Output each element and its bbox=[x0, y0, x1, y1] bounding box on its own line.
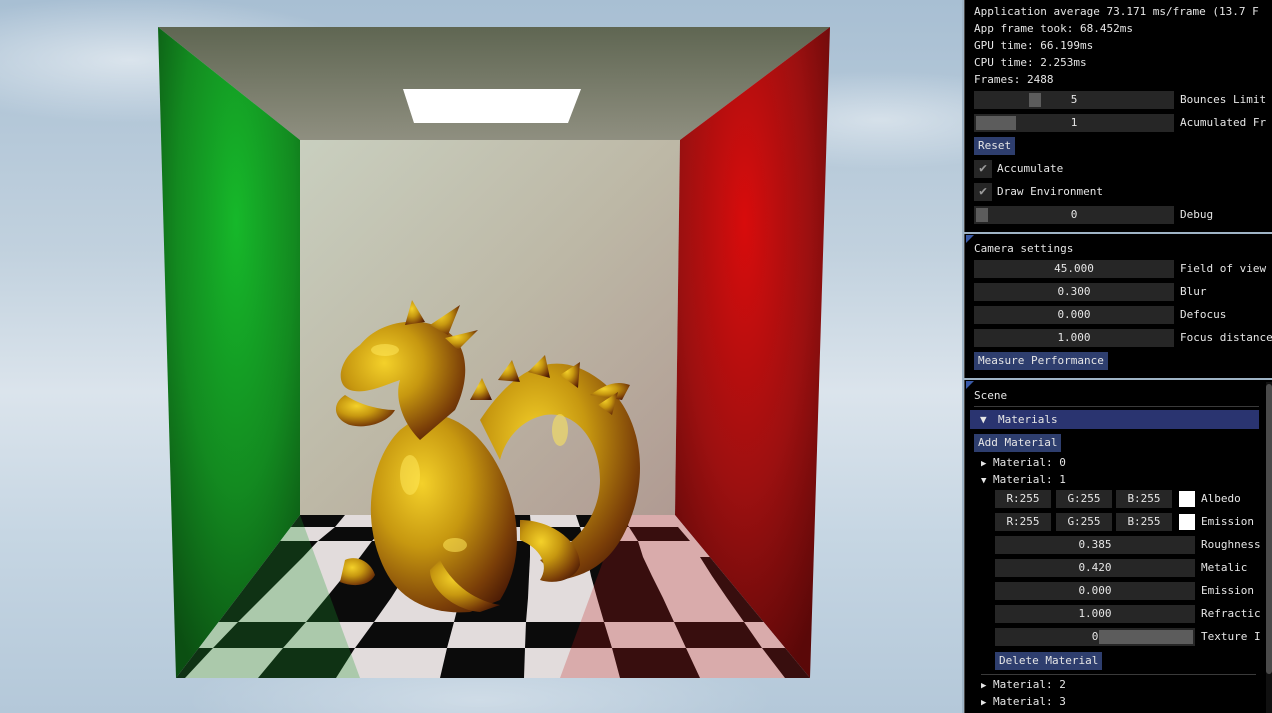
accumulate-checkbox[interactable]: ✔ bbox=[974, 160, 992, 178]
render-viewport[interactable] bbox=[0, 0, 962, 713]
albedo-g-field[interactable]: G:255 bbox=[1056, 490, 1112, 508]
separator bbox=[981, 674, 1256, 675]
accumulated-frames-label: Acumulated Fr bbox=[1180, 116, 1267, 129]
cornell-box-render bbox=[158, 27, 830, 678]
chevron-down-icon: ▼ bbox=[980, 413, 987, 426]
material-3-node[interactable]: ▶ Material: 3 bbox=[981, 695, 1066, 710]
camera-panel: Camera settings 45.000 Field of view 0.3… bbox=[964, 234, 1272, 378]
material-2-node[interactable]: ▶ Material: 2 bbox=[981, 678, 1066, 693]
chevron-right-icon: ▶ bbox=[981, 681, 987, 691]
add-material-button[interactable]: Add Material bbox=[974, 434, 1062, 452]
texture-index-slider[interactable]: 0 bbox=[995, 628, 1195, 646]
fov-slider[interactable]: 45.000 bbox=[974, 260, 1174, 278]
scene-scrollbar[interactable] bbox=[1266, 382, 1272, 713]
roughness-value: 0.385 bbox=[1078, 538, 1112, 551]
emission-b-field[interactable]: B:255 bbox=[1116, 513, 1172, 531]
measure-performance-button[interactable]: Measure Performance bbox=[974, 352, 1108, 370]
fov-label: Field of view bbox=[1180, 262, 1267, 275]
albedo-color-swatch[interactable] bbox=[1179, 491, 1195, 507]
accumulated-frames-value: 1 bbox=[1070, 116, 1078, 129]
window-corner-icon[interactable] bbox=[966, 381, 974, 389]
material-1-label: Material: 1 bbox=[993, 473, 1066, 486]
accumulated-frames-slider[interactable]: 1 bbox=[974, 114, 1174, 132]
scene-panel: Scene ▼ Materials Add Material ▶ Materia… bbox=[964, 380, 1272, 713]
albedo-label: Albedo bbox=[1201, 492, 1241, 505]
albedo-b-value: B:255 bbox=[1127, 492, 1161, 505]
emission-strength-slider[interactable]: 0.000 bbox=[995, 582, 1195, 600]
material-0-label: Material: 0 bbox=[993, 456, 1066, 469]
blur-label: Blur bbox=[1180, 285, 1207, 298]
material-2-label: Material: 2 bbox=[993, 678, 1066, 691]
roughness-slider[interactable]: 0.385 bbox=[995, 536, 1195, 554]
emission-color-label: Emission bbox=[1201, 515, 1254, 528]
chevron-right-icon: ▶ bbox=[981, 698, 987, 708]
ceiling-light bbox=[403, 89, 581, 123]
focus-distance-slider[interactable]: 1.000 bbox=[974, 329, 1174, 347]
blur-value: 0.300 bbox=[1057, 285, 1091, 298]
chevron-down-icon: ▼ bbox=[981, 476, 987, 486]
blur-slider[interactable]: 0.300 bbox=[974, 283, 1174, 301]
window-corner-icon[interactable] bbox=[966, 235, 974, 243]
scrollbar-thumb[interactable] bbox=[1266, 384, 1272, 674]
metalic-slider[interactable]: 0.420 bbox=[995, 559, 1195, 577]
texture-index-label: Texture I bbox=[1201, 630, 1261, 643]
chevron-right-icon: ▶ bbox=[981, 459, 987, 469]
focus-distance-label: Focus distance bbox=[1180, 331, 1272, 344]
slider-grab[interactable] bbox=[1029, 93, 1041, 107]
slider-grab[interactable] bbox=[976, 208, 988, 222]
defocus-label: Defocus bbox=[1180, 308, 1227, 321]
defocus-slider[interactable]: 0.000 bbox=[974, 306, 1174, 324]
bounces-label: Bounces Limit bbox=[1180, 93, 1267, 106]
refraction-slider[interactable]: 1.000 bbox=[995, 605, 1195, 623]
emission-color-swatch[interactable] bbox=[1179, 514, 1195, 530]
roughness-label: Roughness bbox=[1201, 538, 1261, 551]
materials-header[interactable]: ▼ Materials bbox=[970, 410, 1259, 429]
bounces-slider[interactable]: 5 bbox=[974, 91, 1174, 109]
refraction-label: Refractic bbox=[1201, 607, 1261, 620]
app-frame-text: App frame took: 68.452ms bbox=[974, 22, 1133, 35]
renderer-panel: Application average 73.171 ms/frame (13.… bbox=[964, 0, 1272, 232]
accumulate-label: Accumulate bbox=[997, 162, 1064, 175]
defocus-value: 0.000 bbox=[1057, 308, 1091, 321]
metalic-label: Metalic bbox=[1201, 561, 1248, 574]
metalic-value: 0.420 bbox=[1078, 561, 1112, 574]
gpu-time-text: GPU time: 66.199ms bbox=[974, 39, 1094, 52]
albedo-r-value: R:255 bbox=[1006, 492, 1040, 505]
texture-index-value: 0 bbox=[1091, 630, 1099, 643]
materials-header-label: Materials bbox=[998, 413, 1058, 426]
albedo-g-value: G:255 bbox=[1067, 492, 1101, 505]
separator bbox=[974, 406, 1259, 407]
fov-value: 45.000 bbox=[1054, 262, 1094, 275]
slider-grab[interactable] bbox=[976, 116, 1016, 130]
emission-strength-value: 0.000 bbox=[1078, 584, 1112, 597]
emission-r-value: R:255 bbox=[1006, 515, 1040, 528]
debug-value: 0 bbox=[1070, 208, 1078, 221]
slider-grab[interactable] bbox=[1099, 630, 1193, 644]
refraction-value: 1.000 bbox=[1078, 607, 1112, 620]
camera-title: Camera settings bbox=[974, 242, 1074, 255]
draw-environment-label: Draw Environment bbox=[997, 185, 1103, 198]
emission-g-field[interactable]: G:255 bbox=[1056, 513, 1112, 531]
delete-material-button[interactable]: Delete Material bbox=[995, 652, 1103, 670]
debug-label: Debug bbox=[1180, 208, 1214, 221]
scene-title: Scene bbox=[974, 389, 1008, 402]
emission-g-value: G:255 bbox=[1067, 515, 1101, 528]
material-0-node[interactable]: ▶ Material: 0 bbox=[981, 456, 1066, 471]
emission-b-value: B:255 bbox=[1127, 515, 1161, 528]
frames-text: Frames: 2488 bbox=[974, 73, 1054, 86]
focus-distance-value: 1.000 bbox=[1057, 331, 1091, 344]
bounces-value: 5 bbox=[1070, 93, 1078, 106]
albedo-b-field[interactable]: B:255 bbox=[1116, 490, 1172, 508]
debug-slider[interactable]: 0 bbox=[974, 206, 1174, 224]
draw-environment-checkbox[interactable]: ✔ bbox=[974, 183, 992, 201]
reset-button[interactable]: Reset bbox=[974, 137, 1016, 155]
emission-r-field[interactable]: R:255 bbox=[995, 513, 1051, 531]
material-3-label: Material: 3 bbox=[993, 695, 1066, 708]
app-average-text: Application average 73.171 ms/frame (13.… bbox=[974, 5, 1259, 18]
emission-strength-label: Emission bbox=[1201, 584, 1254, 597]
albedo-r-field[interactable]: R:255 bbox=[995, 490, 1051, 508]
cpu-time-text: CPU time: 2.253ms bbox=[974, 56, 1087, 69]
material-1-node[interactable]: ▼ Material: 1 bbox=[981, 473, 1066, 488]
